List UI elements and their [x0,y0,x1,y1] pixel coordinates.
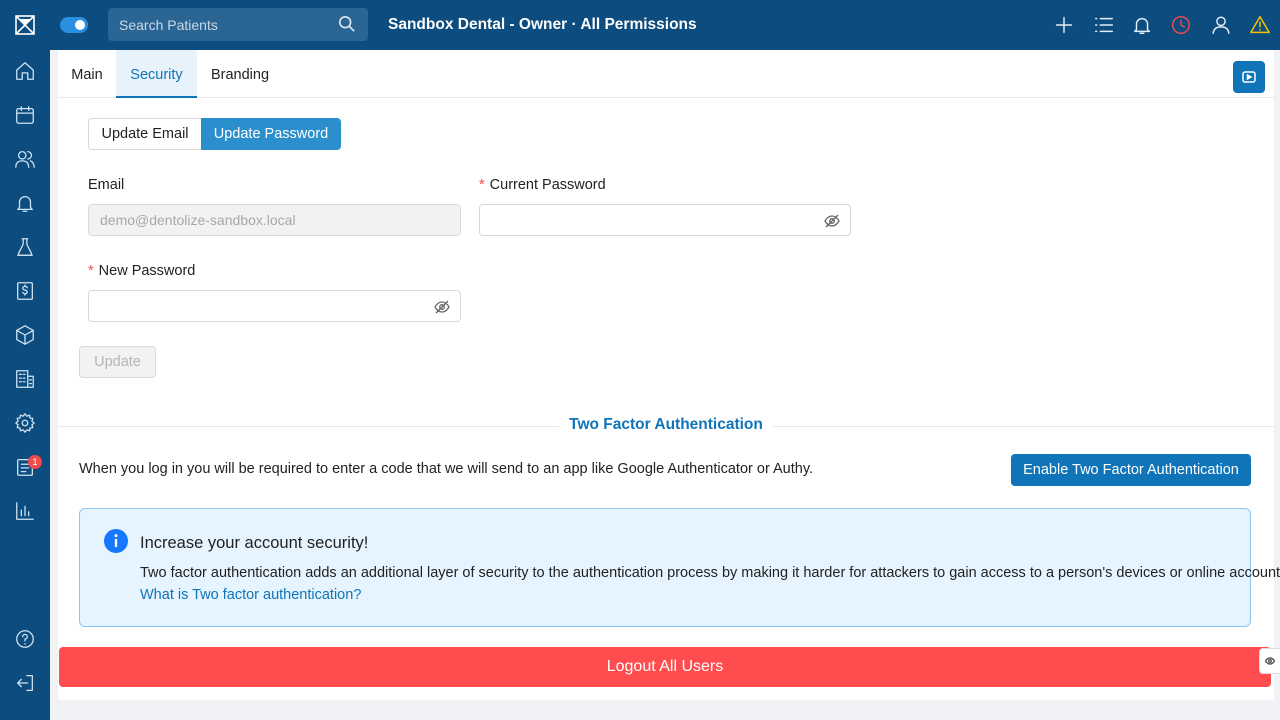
reports-icon[interactable] [13,499,37,523]
inventory-icon[interactable] [13,323,37,347]
left-sidebar: 1 [0,0,50,720]
current-password-input[interactable] [480,205,850,235]
tab-branding[interactable]: Branding [197,50,283,98]
video-help-button[interactable] [1233,61,1265,93]
toggle-knob [75,20,85,30]
new-password-label: * New Password [88,263,195,279]
list-icon[interactable] [1093,14,1115,36]
bell-icon[interactable] [1131,14,1153,36]
current-password-wrapper [479,204,851,236]
two-factor-title-text: Two Factor Authentication [559,416,773,433]
alert-title: Increase your account security! [140,534,369,552]
two-factor-title: Two Factor Authentication [58,416,1274,434]
new-password-input[interactable] [89,291,460,321]
enable-two-factor-button[interactable]: Enable Two Factor Authentication [1011,454,1251,486]
clock-icon[interactable] [1170,14,1192,36]
lab-icon[interactable] [13,235,37,259]
billing-icon[interactable] [13,279,37,303]
eye-hidden-icon[interactable] [434,299,450,315]
current-password-label-text: Current Password [489,177,606,193]
search-icon[interactable] [338,15,356,33]
app-logo-icon[interactable] [15,15,35,35]
alert-body: Two factor authentication adds an additi… [140,565,1280,581]
required-mark: * [88,263,94,279]
email-label: Email [88,177,125,193]
patients-icon[interactable] [13,147,37,171]
home-icon[interactable] [13,59,37,83]
settings-tabs: Main Security Branding [58,50,1274,98]
info-icon [104,529,128,553]
required-mark: * [479,177,485,193]
patient-search [108,8,368,41]
logout-icon[interactable] [13,671,37,695]
email-field-wrapper [88,204,461,236]
update-button[interactable]: Update [79,346,156,378]
current-password-label: * Current Password [479,177,606,193]
tab-security[interactable]: Security [116,50,197,98]
security-settings-panel: Main Security Branding Update Email Upda… [58,50,1280,700]
new-password-wrapper [88,290,461,322]
notifications-icon[interactable] [13,191,37,215]
update-email-toggle[interactable]: Update Email [88,118,202,150]
search-input[interactable] [108,8,333,41]
warning-icon[interactable] [1249,14,1271,36]
new-password-label-text: New Password [98,263,196,279]
practice-title: Sandbox Dental - Owner · All Permissions [388,16,697,33]
mode-toggle[interactable] [60,17,88,33]
eye-icon [1265,657,1275,665]
side-drawer-handle[interactable] [1259,648,1280,674]
help-icon[interactable] [13,627,37,651]
two-factor-info-link[interactable]: What is Two factor authentication? [140,587,361,603]
tasks-badge: 1 [28,455,42,469]
video-icon [1242,71,1256,83]
eye-hidden-icon[interactable] [824,213,840,229]
tab-main[interactable]: Main [58,50,116,98]
logout-all-users-button[interactable]: Logout All Users [59,647,1271,687]
settings-icon[interactable] [13,411,37,435]
calendar-icon[interactable] [13,103,37,127]
email-field [89,205,460,235]
update-password-toggle[interactable]: Update Password [201,118,341,150]
top-header: Sandbox Dental - Owner · All Permissions [50,0,1280,50]
user-icon[interactable] [1210,14,1232,36]
plus-icon[interactable] [1053,14,1075,36]
security-info-alert: Increase your account security! Two fact… [79,508,1280,627]
building-icon[interactable] [13,367,37,391]
two-factor-description: When you log in you will be required to … [79,461,814,477]
